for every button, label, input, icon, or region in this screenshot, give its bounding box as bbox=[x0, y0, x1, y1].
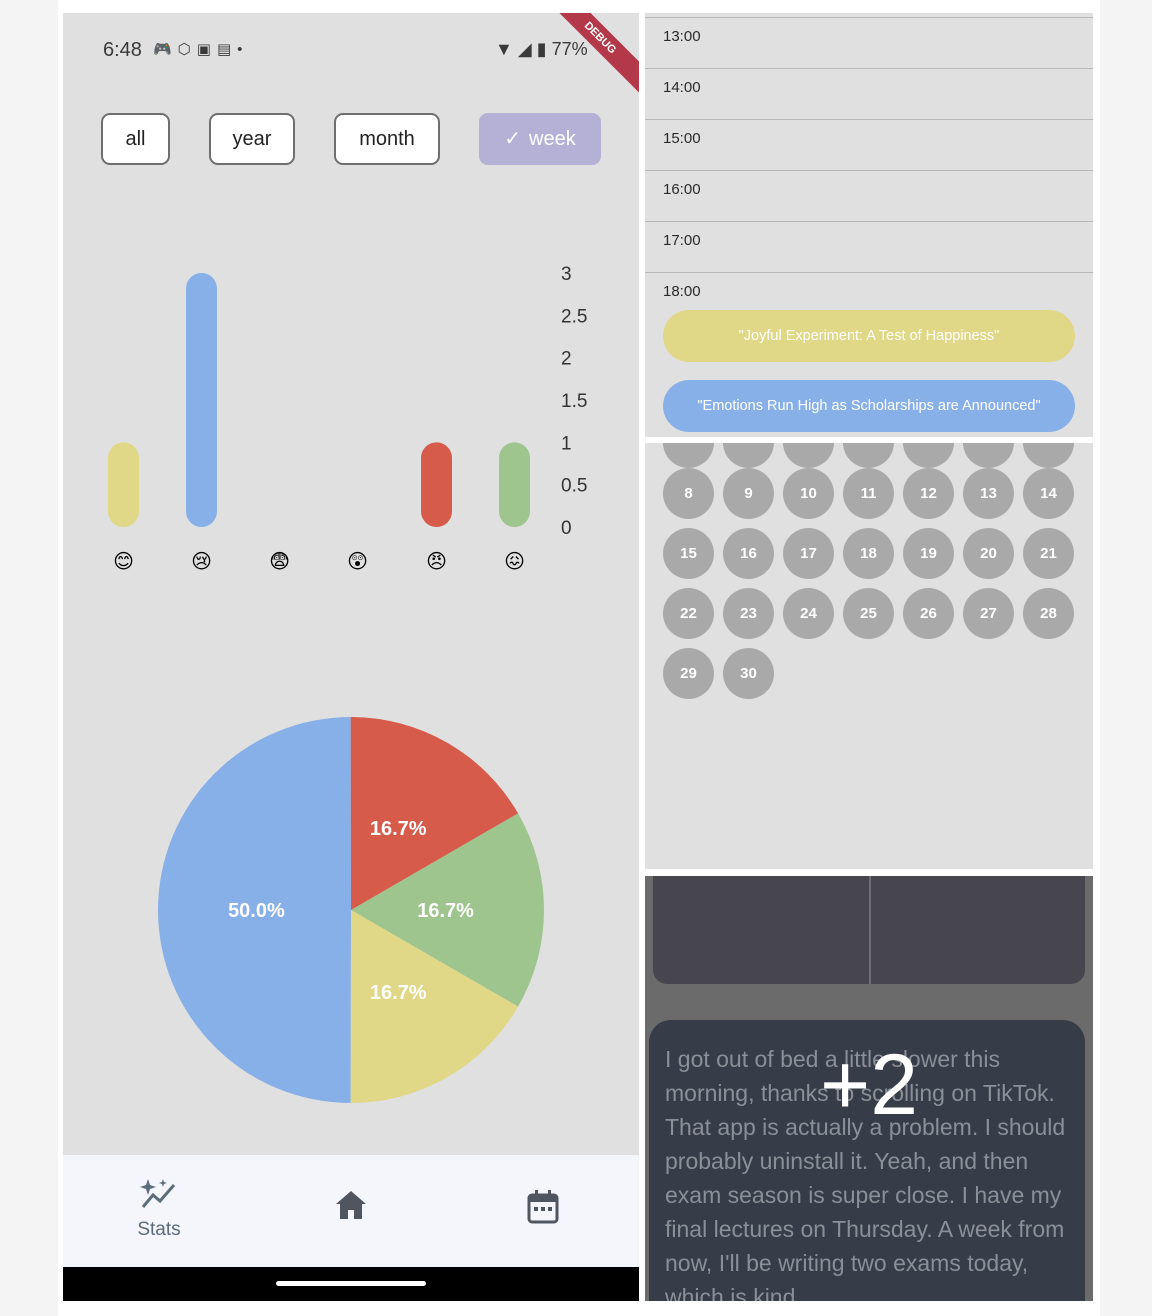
calendar-day[interactable] bbox=[843, 443, 894, 468]
pie-slice-label: 16.7% bbox=[417, 900, 474, 922]
home-handle[interactable] bbox=[276, 1281, 426, 1286]
x-tick-label: 😢 bbox=[191, 551, 212, 573]
status-time: 6:48 bbox=[103, 39, 142, 61]
filter-chip-year[interactable]: year bbox=[209, 113, 295, 165]
pie-slice-label: 16.7% bbox=[370, 982, 427, 1004]
calendar-day[interactable]: 15 bbox=[663, 528, 714, 579]
bar-5[interactable] bbox=[499, 442, 530, 527]
mood-bar-chart: 3 2.5 2 1.5 1 0.5 0 bbox=[108, 264, 587, 539]
bottom-navigation: Stats bbox=[63, 1155, 639, 1267]
system-gesture-bar bbox=[63, 1267, 639, 1301]
filter-chip-week[interactable]: ✓ week bbox=[479, 113, 601, 165]
calendar-day[interactable]: 20 bbox=[963, 528, 1014, 579]
calendar-day[interactable]: 18 bbox=[843, 528, 894, 579]
pie-slice-label: 50.0% bbox=[228, 900, 285, 922]
calendar-day[interactable]: 19 bbox=[903, 528, 954, 579]
y-tick-label: 2.5 bbox=[561, 306, 587, 327]
time-label: 17:00 bbox=[663, 232, 701, 249]
calendar-day[interactable] bbox=[1023, 443, 1074, 468]
battery-icon: ▮ bbox=[536, 39, 547, 59]
x-tick-label: 😊 bbox=[113, 551, 134, 573]
signal-icon: ◢ bbox=[517, 39, 532, 59]
calendar-day[interactable]: 29 bbox=[663, 648, 714, 699]
calendar-day[interactable]: 12 bbox=[903, 468, 954, 519]
calendar-day[interactable]: 22 bbox=[663, 588, 714, 639]
event-joyful-experiment[interactable]: "Joyful Experiment: A Test of Happiness" bbox=[663, 310, 1075, 362]
x-tick-label: 😨 bbox=[269, 551, 290, 573]
bar-0[interactable] bbox=[108, 442, 139, 527]
time-slot[interactable]: 15:00 bbox=[645, 119, 1093, 170]
calendar-day[interactable]: 9 bbox=[723, 468, 774, 519]
day-timeline: 13:00 14:00 15:00 16:00 17:00 18:00 "Joy… bbox=[645, 13, 1093, 437]
nav-home[interactable] bbox=[255, 1155, 447, 1267]
check-icon: ✓ bbox=[504, 128, 522, 150]
x-tick-label: 😖 bbox=[504, 551, 525, 573]
calendar-day[interactable]: 30 bbox=[723, 648, 774, 699]
x-tick-label: 😠 bbox=[426, 551, 447, 573]
calendar-day[interactable]: 23 bbox=[723, 588, 774, 639]
time-slot[interactable]: 17:00 bbox=[645, 221, 1093, 272]
calendar-day[interactable] bbox=[783, 443, 834, 468]
mood-pie-chart: 50.0% 16.7% 16.7% 16.7% bbox=[157, 717, 544, 1103]
notification-icons: 🎮⬡▣▤• bbox=[153, 41, 249, 58]
calendar-day[interactable] bbox=[963, 443, 1014, 468]
calendar-day[interactable]: 16 bbox=[723, 528, 774, 579]
calendar-day[interactable]: 26 bbox=[903, 588, 954, 639]
y-tick-label: 1.5 bbox=[561, 391, 587, 412]
calendar-day[interactable]: 13 bbox=[963, 468, 1014, 519]
journal-preview: I got out of bed a little slower this mo… bbox=[645, 876, 1093, 1301]
calendar-day[interactable] bbox=[723, 443, 774, 468]
filter-chip-label: week bbox=[529, 128, 576, 150]
calendar-day[interactable]: 27 bbox=[963, 588, 1014, 639]
event-scholarships[interactable]: "Emotions Run High as Scholarships are A… bbox=[663, 380, 1075, 432]
nav-calendar[interactable] bbox=[447, 1155, 639, 1267]
y-tick-label: 3 bbox=[561, 264, 572, 285]
calendar-day[interactable]: 11 bbox=[843, 468, 894, 519]
calendar-icon bbox=[447, 1189, 639, 1230]
stats-screen: 6:48 🎮⬡▣▤• ▼ ◢ ▮ 77% DEBUG all year mont… bbox=[63, 13, 639, 1301]
calendar-day[interactable] bbox=[663, 443, 714, 468]
calendar-day[interactable] bbox=[903, 443, 954, 468]
nav-stats[interactable]: Stats bbox=[63, 1155, 255, 1267]
x-tick-label: 😲 bbox=[347, 551, 368, 573]
status-bar: 6:48 🎮⬡▣▤• ▼ ◢ ▮ 77% DEBUG bbox=[63, 13, 639, 99]
bar-1[interactable] bbox=[186, 273, 217, 527]
time-label: 16:00 bbox=[663, 181, 701, 198]
status-right: ▼ ◢ ▮ 77% bbox=[495, 39, 588, 60]
calendar-day[interactable]: 17 bbox=[783, 528, 834, 579]
nav-stats-label: Stats bbox=[137, 1219, 181, 1240]
time-label: 13:00 bbox=[663, 28, 701, 45]
pie-slice-label: 16.7% bbox=[370, 818, 427, 840]
time-slot[interactable]: 16:00 bbox=[645, 170, 1093, 221]
sparkle-chart-icon bbox=[63, 1177, 255, 1216]
calendar-day[interactable]: 25 bbox=[843, 588, 894, 639]
calendar-day[interactable]: 24 bbox=[783, 588, 834, 639]
month-calendar: 8 9 10 11 12 13 14 15 16 17 18 19 20 21 … bbox=[645, 443, 1093, 869]
home-icon bbox=[255, 1189, 447, 1226]
y-tick-label: 0 bbox=[561, 518, 572, 539]
battery-percent: 77% bbox=[551, 39, 588, 59]
calendar-day[interactable]: 10 bbox=[783, 468, 834, 519]
time-label: 18:00 bbox=[663, 283, 701, 300]
journal-header-divider bbox=[869, 876, 871, 984]
calendar-day[interactable]: 8 bbox=[663, 468, 714, 519]
time-slot[interactable]: 14:00 bbox=[645, 68, 1093, 119]
time-label: 15:00 bbox=[663, 130, 701, 147]
calendar-day[interactable]: 14 bbox=[1023, 468, 1074, 519]
filter-chip-label: year bbox=[232, 128, 272, 150]
y-tick-label: 1 bbox=[561, 433, 572, 454]
calendar-day[interactable]: 21 bbox=[1023, 528, 1074, 579]
filter-chip-label: all bbox=[125, 128, 146, 150]
y-tick-label: 0.5 bbox=[561, 476, 587, 497]
time-slot[interactable]: 13:00 bbox=[645, 17, 1093, 68]
bar-4[interactable] bbox=[421, 442, 452, 527]
filter-chip-all[interactable]: all bbox=[101, 113, 170, 165]
y-tick-label: 2 bbox=[561, 349, 572, 370]
more-images-count[interactable]: +2 bbox=[645, 1040, 1093, 1130]
time-label: 14:00 bbox=[663, 79, 701, 96]
filter-chip-month[interactable]: month bbox=[334, 113, 440, 165]
filter-chip-label: month bbox=[359, 128, 415, 150]
calendar-day[interactable]: 28 bbox=[1023, 588, 1074, 639]
wifi-icon: ▼ bbox=[495, 39, 513, 59]
